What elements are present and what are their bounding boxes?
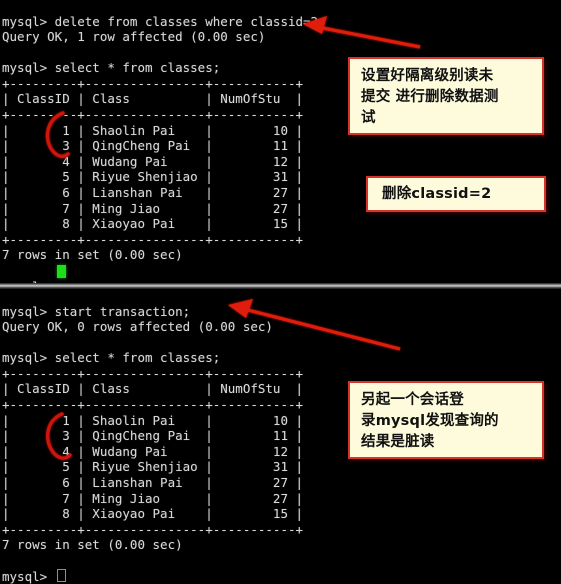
callout-line: 删除classid=2 <box>382 185 492 202</box>
callout-line: 录mysql发现查询的 <box>361 413 499 429</box>
terminal-output-top: mysql> delete from classes where classid… <box>2 13 326 294</box>
callout-box-dirty-read: 另起一个会话登 录mysql发现查询的 结果是脏读 <box>348 381 544 459</box>
terminal-cursor-bottom <box>57 569 66 582</box>
terminal-output-bottom: mysql> start transaction; Query OK, 0 ro… <box>2 303 304 584</box>
callout-line: 设置好隔离级别读未 <box>361 68 494 84</box>
callout-line: 结果是脏读 <box>361 434 435 450</box>
callout-line: 提交 进行删除数据测 <box>361 89 499 105</box>
callout-box-delete-classid: 删除classid=2 <box>366 176 546 212</box>
callout-line: 另起一个会话登 <box>361 392 464 408</box>
terminal-cursor-top <box>57 265 66 278</box>
terminal-panel-top[interactable]: mysql> delete from classes where classid… <box>0 0 561 294</box>
callout-line: 试 <box>361 110 376 126</box>
callout-box-isolation-level: 设置好隔离级别读未 提交 进行删除数据测 试 <box>348 57 544 135</box>
terminal-screen: mysql> delete from classes where classid… <box>0 0 561 584</box>
